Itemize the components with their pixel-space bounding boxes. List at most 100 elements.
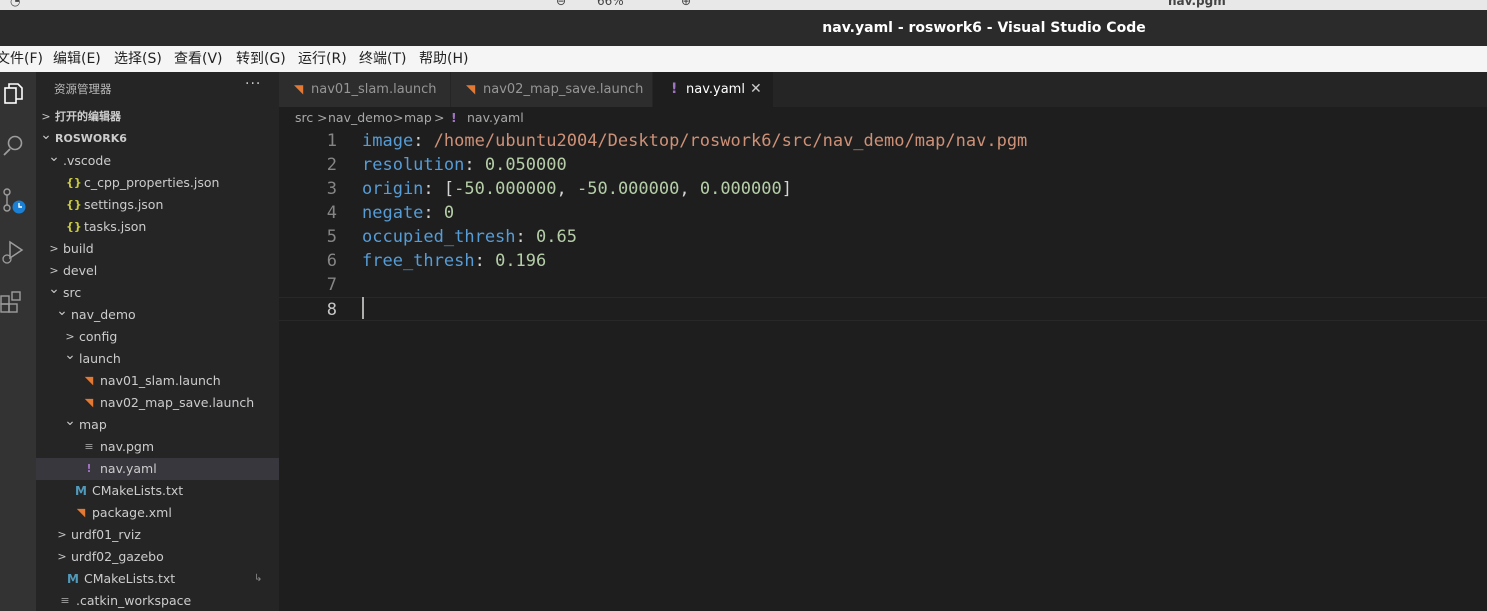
activity-bar [0,72,36,611]
breadcrumb: src > nav_demo > map > ! nav.yaml [279,107,1487,129]
code-text: occupied_thresh: 0.65 [362,227,577,247]
tab-nav02-map-save-launch[interactable]: ◥ nav02_map_save.launch [451,72,653,107]
tree-file[interactable]: ◥ package.xml [36,502,279,524]
line-number: 3 [326,179,337,199]
background-window-strip: ◔ ⊖ 66% ⊕ nav.pgm [0,0,1487,10]
zoom-out-icon: ⊖ [556,0,567,8]
tree-item-label: .vscode [63,153,112,168]
json-file-icon: {} [66,198,82,211]
chevron-right-icon: > [57,528,67,541]
menu-run[interactable]: 运行(R) [298,46,347,73]
tree-folder[interactable]: ⌄ launch [36,347,279,370]
open-editors-label: 打开的编辑器 [55,110,121,123]
yaml-key: origin [362,179,424,199]
tree-item-label: CMakeLists.txt [84,571,176,586]
extensions-icon[interactable] [0,284,36,328]
open-editors-section[interactable]: > 打开的编辑器 [36,106,279,128]
menu-selection[interactable]: 选择(S) [114,46,162,73]
menu-help[interactable]: 帮助(H) [419,46,468,73]
tree-folder[interactable]: ⌄ map [36,413,279,436]
tree-item-label: CMakeLists.txt [92,483,184,498]
tree-file[interactable]: ≡ nav.pgm [36,436,279,458]
code-line: 1 image: /home/ubuntu2004/Desktop/roswork… [279,129,1487,153]
tree-item-label: nav01_slam.launch [100,373,221,388]
yaml-number: -50.000000 [454,179,557,199]
chevron-right-icon: > [57,550,67,563]
tree-item-label: urdf01_rviz [71,527,141,542]
line-number: 6 [326,251,337,271]
line-number: 7 [326,275,337,295]
background-back-icon: ◔ [10,0,21,8]
yaml-file-icon: ! [86,462,92,475]
breadcrumb-nav-yaml[interactable]: nav.yaml [467,107,524,129]
chevron-down-icon: ⌄ [56,303,68,319]
menu-go[interactable]: 转到(G) [236,46,286,73]
explorer-title: 资源管理器 [54,82,112,96]
yaml-key: free_thresh [362,251,475,271]
menu-file[interactable]: 文件(F) [0,46,43,73]
run-debug-icon[interactable] [0,232,36,276]
breadcrumb-nav-demo[interactable]: nav_demo [328,107,393,129]
tree-folder[interactable]: ⌄ nav_demo [36,303,279,326]
text-file-icon: ≡ [84,440,94,453]
source-control-icon[interactable] [0,180,36,224]
line-number: 2 [326,155,337,175]
tree-folder[interactable]: ⌄ .vscode [36,149,279,172]
chevron-down-icon: ⌄ [64,347,76,363]
yaml-key: occupied_thresh [362,227,516,247]
text-file-icon: ≡ [60,594,70,607]
tree-file[interactable]: M CMakeLists.txt [36,480,279,502]
code-line: 6 free_thresh: 0.196 [279,249,1487,273]
rss-file-icon: ◥ [466,82,476,96]
chevron-right-icon: > [49,242,59,255]
yaml-number: 0.050000 [484,155,567,175]
window-title: nav.yaml - roswork6 - Visual Studio Code [822,20,1146,36]
yaml-file-icon: ! [451,110,457,125]
tree-file[interactable]: ≡ .catkin_workspace [36,590,279,611]
zoom-in-icon: ⊕ [681,0,692,8]
tree-item-label: devel [63,263,98,278]
tree-file[interactable]: ◥ nav01_slam.launch [36,370,279,392]
background-file-label: nav.pgm [1168,0,1226,8]
code-line: 7 [279,273,1487,297]
menu-view[interactable]: 查看(V) [174,46,223,73]
yaml-number: 0.196 [495,251,547,271]
tree-item-label: config [79,329,118,344]
menu-edit[interactable]: 编辑(E) [53,46,101,73]
tree-item-label: settings.json [84,197,164,212]
title-bar: nav.yaml - roswork6 - Visual Studio Code [0,10,1487,46]
tree-file[interactable]: ! nav.yaml [36,458,279,480]
tree-folder[interactable]: ⌄ src [36,281,279,304]
tree-item-label: map [79,417,107,432]
tree-file[interactable]: {} tasks.json [36,216,279,238]
tree-item-label: urdf02_gazebo [71,549,164,564]
tree-folder[interactable]: > urdf01_rviz [36,524,279,546]
code-text: image: /home/ubuntu2004/Desktop/roswork6… [362,131,1028,151]
menu-terminal[interactable]: 终端(T) [359,46,406,73]
more-actions-icon[interactable]: ··· [245,76,261,92]
tree-item-label: launch [79,351,121,366]
menu-bar: 文件(F) 编辑(E) 选择(S) 查看(V) 转到(G) 运行(R) 终端(T… [0,46,1487,73]
tree-file[interactable]: M CMakeLists.txt ↳ [36,568,279,590]
breadcrumb-separator-icon: > [393,110,404,125]
tree-folder[interactable]: ⌄ ROSWORK6 [36,127,279,150]
explorer-icon[interactable] [0,74,36,118]
tree-folder[interactable]: > devel [36,260,279,282]
tree-file[interactable]: {} settings.json [36,194,279,216]
tree-item-label: nav02_map_save.launch [100,395,255,410]
yaml-key: negate [362,203,424,223]
tab-nav01-slam-launch[interactable]: ◥ nav01_slam.launch [279,72,451,107]
tree-folder[interactable]: > build [36,238,279,260]
breadcrumb-src[interactable]: src [295,107,313,129]
text-cursor [362,297,364,319]
code-editor[interactable]: 1 image: /home/ubuntu2004/Desktop/roswork… [279,129,1487,611]
tree-file[interactable]: {} c_cpp_properties.json [36,172,279,194]
close-icon[interactable]: ✕ [750,72,762,107]
code-line: 3 origin: [-50.000000, -50.000000, 0.0000… [279,177,1487,201]
tab-nav-yaml[interactable]: ! nav.yaml ✕ [653,72,774,107]
breadcrumb-map[interactable]: map [404,107,432,129]
breadcrumb-separator-icon: > [434,110,445,125]
tab-bar: ◥ nav01_slam.launch ◥ nav02_map_save.lau… [279,72,1487,107]
search-icon[interactable] [0,124,36,168]
tree-folder[interactable]: > urdf02_gazebo [36,546,279,568]
